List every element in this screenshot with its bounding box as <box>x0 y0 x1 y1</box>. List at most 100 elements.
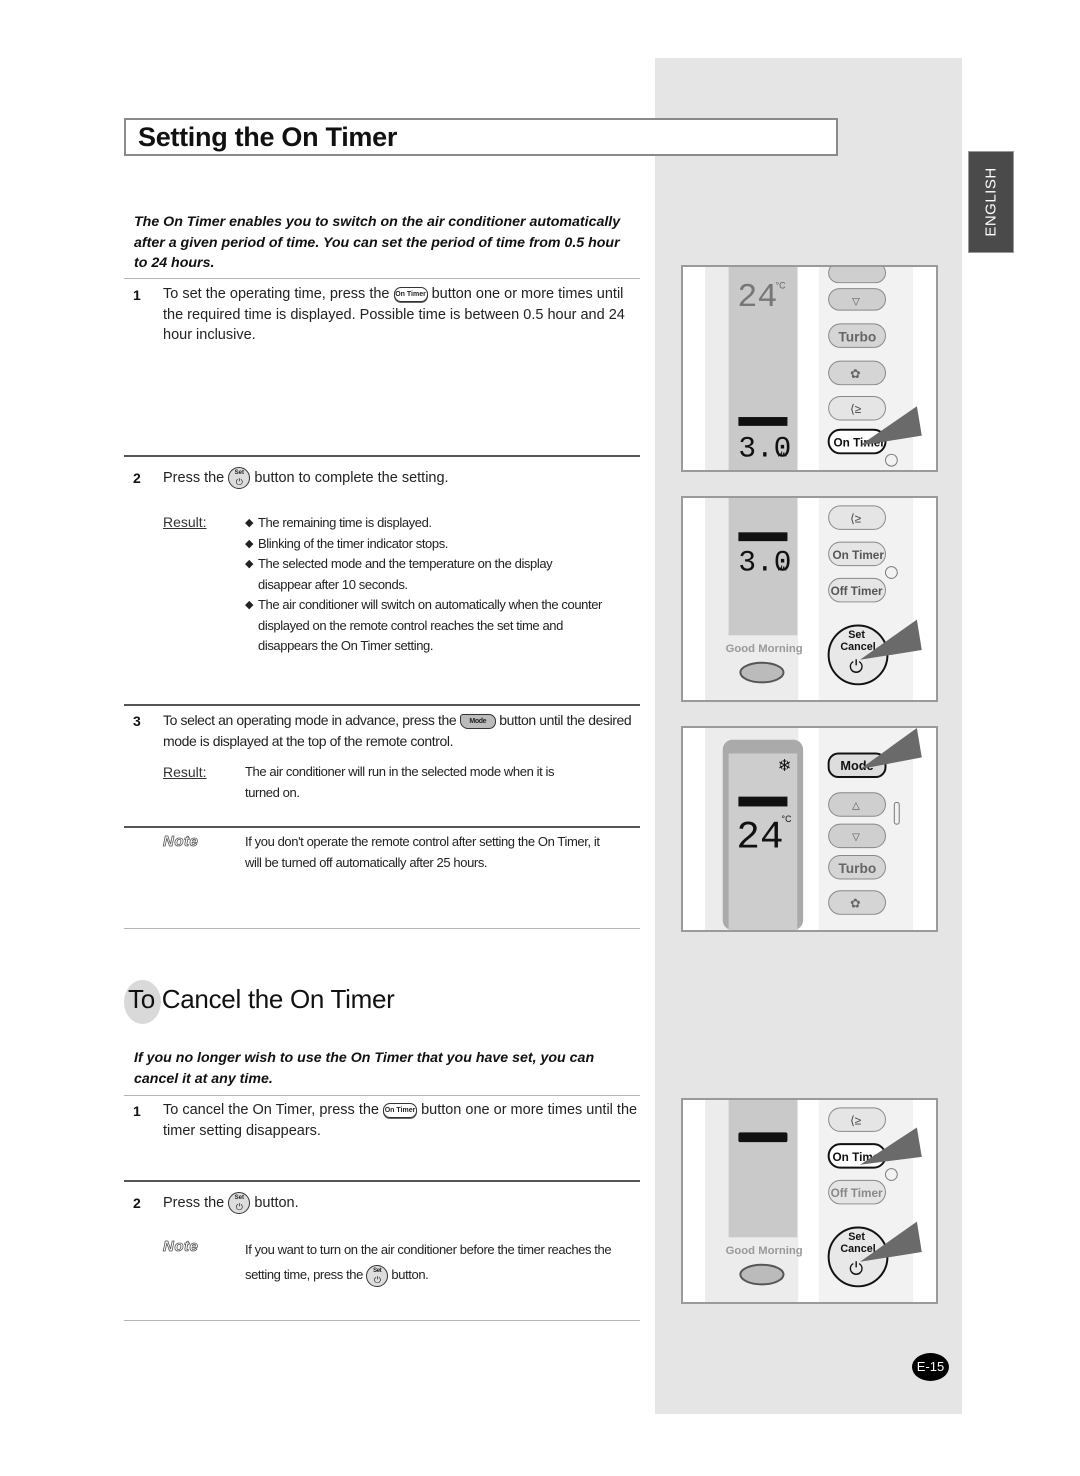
power-icon: ⏻ <box>235 1202 243 1212</box>
timer-bar <box>738 796 788 807</box>
remote-illustration-2: 3.0 Hr. Good Morning ⟨≥ On Timer Off Tim… <box>681 496 938 702</box>
result-item: The selected mode and the temperature on… <box>245 554 578 595</box>
temp-unit: °C <box>782 814 793 824</box>
display-time: 3.0 <box>738 547 791 580</box>
cancel-label: Cancel <box>840 641 875 653</box>
step-text-part: To set the operating time, press the <box>163 286 390 302</box>
divider <box>124 278 640 279</box>
lcd-display <box>728 1100 798 1238</box>
step-text: Press the Set ⏻ button to complete the se… <box>163 467 638 489</box>
step-text-part: button. <box>254 1194 299 1211</box>
divider <box>124 455 640 457</box>
temp-unit: °C <box>776 281 787 291</box>
language-tab: ENGLISH <box>968 151 1014 253</box>
good-morning-button <box>739 1263 785 1286</box>
on-timer-button-icon: On Timer <box>383 1102 418 1118</box>
step-text: To select an operating mode in advance, … <box>163 710 638 751</box>
turbo-label: Turbo <box>838 861 876 876</box>
cool-mode-icon: ❄ <box>778 756 792 775</box>
result-item: Blinking of the timer indicator stops. <box>245 534 640 555</box>
display-temp: 24 <box>737 279 777 317</box>
good-morning-button <box>739 661 785 684</box>
divider <box>124 1095 640 1096</box>
icon-label: On Timer <box>384 1106 416 1114</box>
timer-bar <box>738 417 788 426</box>
power-icon: ⏻ <box>235 477 243 487</box>
language-label: ENGLISH <box>982 167 1000 237</box>
step-number: 1 <box>133 287 141 303</box>
step-text: Press the Set ⏻ button. <box>163 1192 638 1214</box>
result-list: The remaining time is displayed. Blinkin… <box>245 513 640 657</box>
display-time: 3.0 <box>738 432 791 465</box>
section-intro: If you no longer wish to use the On Time… <box>134 1050 595 1087</box>
timer-bar <box>738 532 788 542</box>
step-number: 2 <box>133 470 141 486</box>
timer-bar <box>738 1132 788 1143</box>
time-unit: Hr. <box>778 566 787 573</box>
step-number: 1 <box>133 1103 141 1119</box>
swing-icon: ⟨≥ <box>850 1115 862 1128</box>
result-label: Result: <box>163 514 207 530</box>
step-text-part: Press the <box>163 1194 225 1211</box>
step-text-part: Press the <box>163 469 225 486</box>
set-cancel-button-icon: Set ⏻ <box>228 1192 251 1214</box>
note-text: If you want to turn on the air condition… <box>245 1237 640 1287</box>
icon-label: Mode <box>469 717 487 725</box>
result-text: The air conditioner will run in the sele… <box>245 764 555 800</box>
remote-illustration-3: ❄ 24 °C Mode △ ▽ Turbo ✿ <box>681 726 938 932</box>
step-text: To set the operating time, press the On … <box>163 284 638 346</box>
result-label: Result: <box>163 764 207 780</box>
off-timer-label: Off Timer <box>831 585 883 598</box>
temp-up-button <box>828 267 886 284</box>
good-morning-label: Good Morning <box>726 643 803 655</box>
arrow-up-icon: △ <box>852 800 860 811</box>
note-text: If you don't operate the remote control … <box>245 834 600 870</box>
step-text-part: button to complete the setting. <box>254 469 449 486</box>
result-item: The air conditioner will switch on autom… <box>245 595 618 657</box>
icon-label: Set <box>234 1195 244 1201</box>
divider <box>124 1320 640 1321</box>
swing-icon: ⟨≥ <box>850 403 862 416</box>
cancel-label: Cancel <box>840 1243 875 1255</box>
divider <box>124 928 640 929</box>
power-icon: ⏻ <box>373 1274 381 1285</box>
page-number-badge: E-15 <box>912 1353 949 1381</box>
step-text: To cancel the On Timer, press the On Tim… <box>163 1100 638 1141</box>
set-cancel-button-icon: Set ⏻ <box>228 467 251 489</box>
remote-illustration-1: 24 °C 3.0 Hr. ▽ Turbo ✿ ⟨≥ On Timer <box>681 265 938 472</box>
page-title: Setting the On Timer <box>138 122 398 152</box>
on-timer-label: On Timer <box>833 549 885 562</box>
on-timer-button-icon: On Timer <box>393 286 428 302</box>
off-timer-label: Off Timer <box>831 1187 883 1200</box>
icon-label: Set <box>373 1267 382 1274</box>
set-label: Set <box>848 629 865 641</box>
step-number: 2 <box>133 1195 141 1211</box>
section-heading: To Cancel the On Timer <box>128 984 395 1014</box>
display-temp: 24 <box>736 815 783 860</box>
swing-icon: ⟨≥ <box>850 513 862 526</box>
arrow-down-icon: ▽ <box>852 832 860 843</box>
arrow-down-icon: ▽ <box>852 296 860 307</box>
time-unit: Hr. <box>778 451 787 458</box>
note-label: Note <box>163 833 199 851</box>
divider <box>124 1180 640 1182</box>
note-label: Note <box>163 1238 199 1256</box>
good-morning-label: Good Morning <box>726 1245 803 1257</box>
note-text-part: button. <box>391 1267 429 1282</box>
set-label: Set <box>848 1231 865 1243</box>
step-text-part: To cancel the On Timer, press the <box>163 1102 379 1118</box>
section-intro: The On Timer enables you to switch on th… <box>134 214 621 271</box>
fan-icon: ✿ <box>850 895 861 910</box>
fan-icon: ✿ <box>850 366 861 381</box>
icon-label: On Timer <box>395 290 426 298</box>
section-title-box: Setting the On Timer <box>124 118 838 156</box>
step-text-part: To select an operating mode in advance, … <box>163 712 457 728</box>
turbo-label: Turbo <box>838 330 876 345</box>
step-number: 3 <box>133 713 141 729</box>
icon-label: Set <box>234 470 244 476</box>
divider <box>124 826 640 828</box>
divider <box>124 704 640 706</box>
set-cancel-button-icon: Set ⏻ <box>366 1264 389 1287</box>
mode-button-icon: Mode <box>459 713 496 729</box>
result-item: The remaining time is displayed. <box>245 513 640 534</box>
